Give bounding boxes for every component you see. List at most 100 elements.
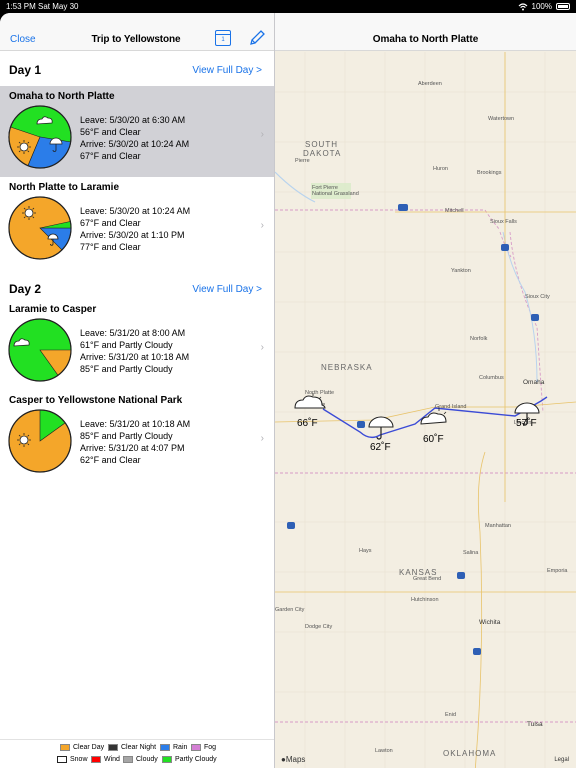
map-state-label: DAKOTA — [303, 149, 341, 158]
leave-time: Leave: 5/31/20 at 10:18 AM — [80, 419, 191, 429]
legend-swatch — [162, 756, 172, 763]
map-city-label: Hutchinson — [411, 597, 439, 603]
day-1-view-full-link[interactable]: View Full Day > — [192, 65, 262, 76]
legend-swatch — [91, 756, 101, 763]
status-right: 100% — [518, 2, 570, 11]
chevron-right-icon: › — [260, 433, 264, 444]
arrive-time: Arrive: 5/31/20 at 4:07 PM — [80, 443, 185, 453]
map-city-label: Watertown — [488, 116, 514, 122]
arrive-time: Arrive: 5/30/20 at 10:24 AM — [80, 139, 190, 149]
interstate-shield-icon — [457, 572, 465, 579]
leg-row-omaha-north-platte[interactable]: Omaha to North Platte Leave: 5/30/20 at … — [0, 86, 274, 177]
status-bar: 1:53 PM Sat May 30 100% — [0, 0, 576, 13]
map-city-label: Pierre — [295, 158, 310, 164]
battery-icon — [556, 3, 570, 10]
legend-label: Cloudy — [136, 756, 158, 763]
legend-swatch — [160, 744, 170, 751]
maps-attribution-text: Maps — [285, 755, 306, 764]
leg-title: Laramie to Casper — [9, 304, 97, 315]
legend-item-snow: Snow — [57, 756, 88, 763]
map-city-label: Lawton — [375, 748, 393, 754]
sidebar-navbar: Close Trip to Yellowstone 1 — [0, 13, 274, 51]
legend-item-wind: Wind — [91, 756, 120, 763]
legend-swatch — [60, 744, 70, 751]
trip-title-text: Trip to Yellowstone — [91, 34, 181, 45]
legal-link[interactable]: Legal — [554, 757, 569, 763]
day-2-view-full-link[interactable]: View Full Day > — [192, 284, 262, 295]
leg-title: Omaha to North Platte — [9, 91, 115, 102]
leave-weather: 85°F and Partly Cloudy — [80, 431, 173, 441]
map-city-label: Norfolk — [470, 336, 488, 342]
map-title: Omaha to North Platte — [372, 34, 479, 45]
interstate-shield-icon — [473, 648, 481, 655]
map-state-label: SOUTH — [305, 140, 338, 149]
leg-row-north-platte-laramie[interactable]: North Platte to Laramie Leave: 5/30/20 a… — [0, 177, 274, 268]
chevron-right-icon: › — [260, 220, 264, 231]
status-date: Sat May 30 — [38, 2, 79, 11]
map-city-label: Aberdeen — [418, 81, 442, 87]
interstate-shield-icon — [287, 522, 295, 529]
leave-time: Leave: 5/31/20 at 8:00 AM — [80, 328, 186, 338]
legend-swatch — [57, 756, 67, 763]
map-state-label: NEBRASKA — [321, 363, 373, 372]
interstate-shield-icon — [501, 244, 509, 251]
map-city-label: Salina — [463, 550, 479, 556]
map-panel[interactable]: Omaha to North Platte Fort Pierre Nation… — [275, 13, 576, 768]
arrive-weather: 85°F and Partly Cloudy — [80, 364, 173, 374]
route-map[interactable]: Fort Pierre National Grassland SOUTH DAK… — [275, 52, 576, 768]
status-time: 1:53 PM — [6, 2, 36, 11]
map-park-label: National Grassland — [312, 191, 359, 197]
leg-row-casper-yellowstone[interactable]: Casper to Yellowstone National Park Leav… — [0, 390, 274, 481]
map-city-label: Columbus — [479, 375, 504, 381]
legend-label: Fog — [204, 744, 217, 751]
pencil-icon[interactable] — [248, 29, 266, 47]
weather-pie-chart — [8, 105, 72, 169]
weather-legend: Clear Day Clear Night Rain Fog Snow Wind… — [0, 739, 274, 768]
map-city-label: Tulsa — [527, 721, 543, 728]
legend-label: Wind — [104, 756, 120, 763]
legend-item-fog: Fog — [191, 744, 216, 751]
map-state-label: OKLAHOMA — [443, 749, 496, 758]
map-city-label: Mitchell — [445, 208, 464, 214]
arrive-weather: 77°F and Clear — [80, 242, 141, 252]
map-city-label: Sioux City — [525, 294, 550, 300]
map-city-label: Hays — [359, 548, 372, 554]
arrive-weather: 62°F and Clear — [80, 455, 141, 465]
map-city-label: Sioux Falls — [490, 219, 517, 225]
legend-item-clear-night: Clear Night — [108, 744, 156, 751]
leave-time: Leave: 5/30/20 at 10:24 AM — [80, 206, 191, 216]
leave-weather: 61°F and Partly Cloudy — [80, 340, 173, 350]
map-temp-label: 66˚F — [297, 417, 318, 429]
leave-weather: 67°F and Clear — [80, 218, 141, 228]
legend-label: Clear Night — [121, 744, 157, 751]
interstate-shield-icon — [531, 314, 539, 321]
legend-label: Rain — [173, 744, 188, 751]
arrive-weather: 67°F and Clear — [80, 151, 141, 161]
day-1-header: Day 1 — [9, 63, 42, 77]
day-2-header: Day 2 — [9, 282, 42, 296]
leg-title: Casper to Yellowstone National Park — [9, 395, 183, 406]
trip-title: Trip to Yellowstone — [0, 34, 274, 45]
legend-swatch — [123, 756, 133, 763]
map-city-label: Wichita — [479, 619, 501, 626]
interstate-shield-icon — [398, 204, 408, 211]
calendar-icon[interactable]: 1 — [215, 30, 231, 46]
battery-percent: 100% — [531, 2, 552, 11]
map-city-label: Garden City — [275, 607, 305, 613]
legend-swatch — [108, 744, 118, 751]
weather-pie-chart — [8, 409, 72, 473]
weather-pie-chart — [8, 318, 72, 382]
map-city-label: Omaha — [523, 379, 545, 386]
legend-label: Clear Day — [73, 744, 105, 751]
arrive-time: Arrive: 5/31/20 at 10:18 AM — [80, 352, 190, 362]
leg-row-laramie-casper[interactable]: Laramie to Casper Leave: 5/31/20 at 8:00… — [0, 299, 274, 390]
legend-label: Partly Cloudy — [175, 756, 217, 763]
map-temp-label: 57˚F — [516, 417, 537, 429]
calendar-day: 1 — [221, 37, 225, 43]
maps-attribution[interactable]: ●Maps — [281, 755, 305, 764]
legend-item-clear-day: Clear Day — [60, 744, 104, 751]
map-city-label: Brookings — [477, 170, 502, 176]
chevron-right-icon: › — [260, 129, 264, 140]
chevron-right-icon: › — [260, 342, 264, 353]
legend-item-partly-cloudy: Partly Cloudy — [162, 756, 217, 763]
